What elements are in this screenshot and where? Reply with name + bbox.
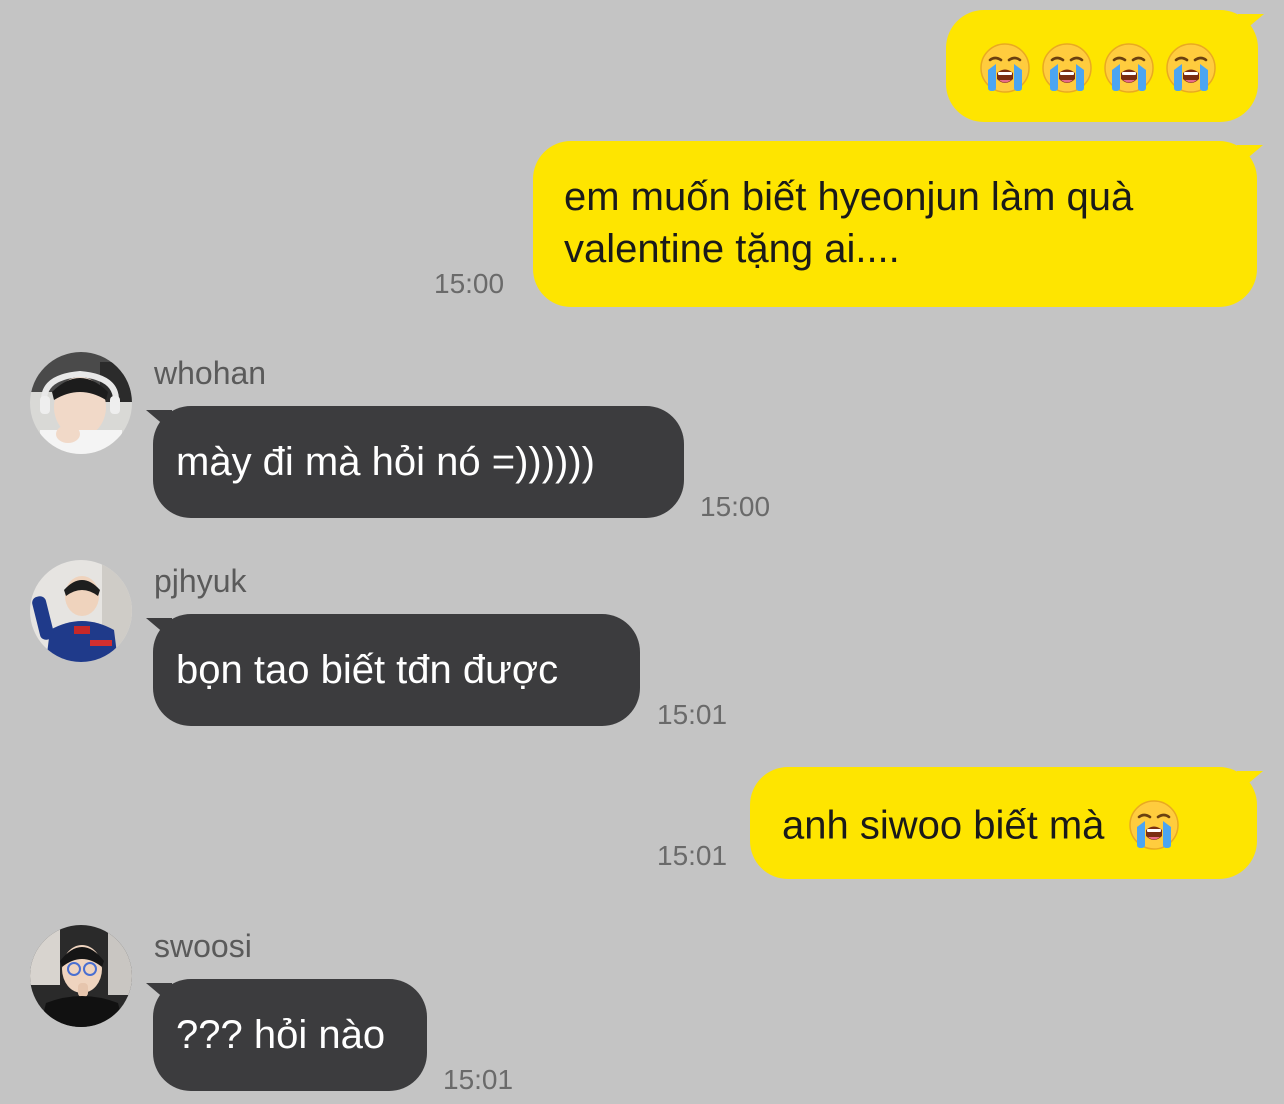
message-text-line: valentine tặng ai.... — [564, 227, 900, 271]
outgoing-message-bubble[interactable]: anh siwoo biết mà — [750, 767, 1257, 879]
message-text: ??? hỏi nào — [176, 1013, 386, 1057]
loudly-crying-face-icon — [979, 42, 1031, 94]
message-text: mày đi mà hỏi nó =)))))) — [176, 440, 595, 484]
bubble-tail — [146, 410, 172, 432]
message-timestamp: 15:01 — [443, 1064, 514, 1095]
incoming-message-bubble[interactable]: mày đi mà hỏi nó =)))))) — [153, 406, 684, 518]
loudly-crying-face-icon — [1103, 42, 1155, 94]
message-timestamp: 15:01 — [657, 840, 728, 871]
bubble-tail — [146, 983, 172, 1005]
bubble-tail — [146, 618, 172, 640]
loudly-crying-face-icon — [1165, 42, 1217, 94]
avatar[interactable] — [30, 352, 132, 454]
loudly-crying-face-icon — [1128, 799, 1180, 851]
sender-name: whohan — [154, 355, 267, 391]
incoming-message-bubble[interactable]: bọn tao biết tđn được — [153, 614, 640, 726]
message-timestamp: 15:00 — [434, 268, 505, 299]
sender-name: pjhyuk — [154, 563, 247, 599]
bubble-tail — [1237, 771, 1263, 793]
message-timestamp: 15:00 — [700, 491, 771, 522]
sender-name: swoosi — [154, 928, 252, 964]
avatar[interactable] — [30, 560, 132, 662]
message-timestamp: 15:01 — [657, 699, 728, 730]
message-text: anh siwoo biết mà — [782, 803, 1105, 848]
outgoing-message-bubble[interactable]: em muốn biết hyeonjun làm quà valentine … — [533, 141, 1257, 307]
message-text-line: em muốn biết hyeonjun làm quà — [564, 175, 1134, 219]
incoming-message-bubble[interactable]: ??? hỏi nào — [153, 979, 427, 1091]
outgoing-message-bubble[interactable] — [946, 10, 1258, 122]
bubble-tail — [1237, 145, 1263, 167]
message-text: bọn tao biết tđn được — [176, 648, 559, 692]
avatar[interactable] — [30, 925, 132, 1027]
bubble-tail — [1238, 14, 1264, 36]
loudly-crying-face-icon — [1041, 42, 1093, 94]
